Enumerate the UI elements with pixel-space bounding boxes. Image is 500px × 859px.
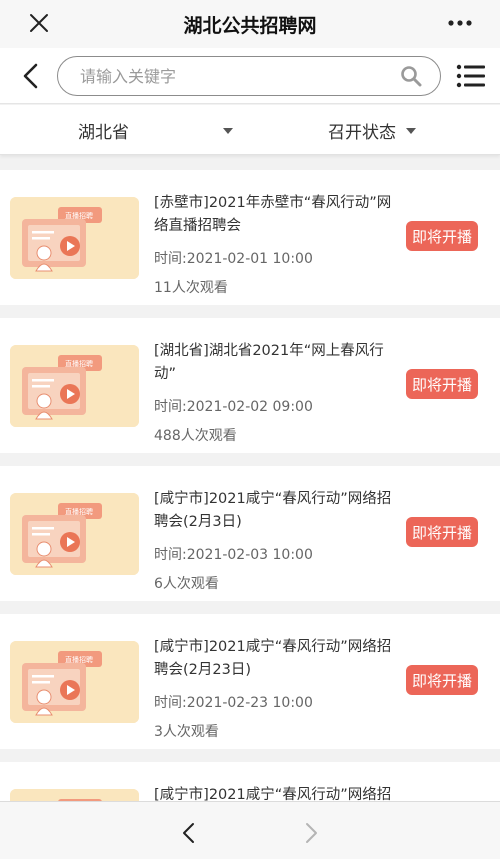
event-time: 时间:2021-02-23 10:00: [154, 695, 313, 711]
thumbnail-badge-text: 直播招聘: [65, 359, 93, 368]
search-input[interactable]: [80, 65, 380, 87]
bottom-nav-bar: [0, 801, 500, 859]
event-time: 时间:2021-02-03 10:00: [154, 547, 313, 563]
event-card[interactable]: 直播招聘 [咸宁市]2021咸宁“春风行动”网络招聘会(2月23日) 时间:20…: [0, 614, 500, 749]
event-views: 488人次观看: [154, 428, 237, 444]
event-time: 时间:2021-02-01 10:00: [154, 251, 313, 267]
live-stream-illustration: 直播招聘: [10, 345, 139, 427]
event-views: 11人次观看: [154, 280, 228, 296]
list-menu-icon[interactable]: [456, 64, 486, 88]
caret-down-icon: [223, 128, 233, 134]
page-title: 湖北公共招聘网: [183, 14, 317, 37]
event-list: 直播招聘 [赤壁市]2021年赤壁市“春风行动”网络直播招聘会 时间:2021-…: [0, 170, 500, 859]
thumbnail-badge-text: 直播招聘: [65, 211, 93, 220]
event-card[interactable]: 直播招聘 [咸宁市]2021咸宁“春风行动”网络招聘会(2月3日) 时间:202…: [0, 466, 500, 601]
event-time: 时间:2021-02-02 09:00: [154, 399, 313, 415]
nav-back-icon[interactable]: [180, 822, 198, 844]
search-bar: [0, 48, 500, 104]
filter-bar: 湖北省 召开状态: [0, 105, 500, 155]
search-icon[interactable]: [400, 65, 422, 87]
status-badge[interactable]: 即将开播: [406, 665, 478, 695]
event-views: 6人次观看: [154, 576, 219, 592]
live-stream-illustration: 直播招聘: [10, 493, 139, 575]
search-field[interactable]: [57, 56, 441, 96]
event-title[interactable]: [咸宁市]2021咸宁“春风行动”网络招聘会(2月23日): [154, 636, 394, 682]
region-filter[interactable]: 湖北省: [78, 105, 238, 155]
status-badge[interactable]: 即将开播: [406, 517, 478, 547]
event-card[interactable]: 直播招聘 [赤壁市]2021年赤壁市“春风行动”网络直播招聘会 时间:2021-…: [0, 170, 500, 305]
status-badge[interactable]: 即将开播: [406, 221, 478, 251]
event-card[interactable]: 直播招聘 [湖北省]湖北省2021年“网上春风行动” 时间:2021-02-02…: [0, 318, 500, 453]
chevron-left-icon[interactable]: [20, 63, 42, 89]
nav-forward-icon[interactable]: [302, 822, 320, 844]
top-bar: 湖北公共招聘网: [0, 0, 500, 48]
live-thumbnail: 直播招聘: [10, 345, 139, 427]
event-views: 3人次观看: [154, 724, 219, 740]
live-thumbnail: 直播招聘: [10, 197, 139, 279]
close-icon[interactable]: [28, 12, 50, 34]
region-filter-label: 湖北省: [78, 122, 129, 143]
thumbnail-badge-text: 直播招聘: [65, 507, 93, 516]
live-thumbnail: 直播招聘: [10, 641, 139, 723]
thumbnail-badge-text: 直播招聘: [65, 655, 93, 664]
status-filter-label: 召开状态: [328, 122, 396, 143]
event-title[interactable]: [咸宁市]2021咸宁“春风行动”网络招聘会(2月3日): [154, 488, 394, 534]
live-stream-illustration: 直播招聘: [10, 641, 139, 723]
live-stream-illustration: 直播招聘: [10, 197, 139, 279]
status-filter[interactable]: 召开状态: [328, 105, 418, 155]
more-icon[interactable]: [446, 12, 474, 34]
caret-down-icon: [406, 128, 416, 134]
event-title[interactable]: [赤壁市]2021年赤壁市“春风行动”网络直播招聘会: [154, 192, 394, 238]
event-title[interactable]: [湖北省]湖北省2021年“网上春风行动”: [154, 340, 394, 386]
live-thumbnail: 直播招聘: [10, 493, 139, 575]
status-badge[interactable]: 即将开播: [406, 369, 478, 399]
